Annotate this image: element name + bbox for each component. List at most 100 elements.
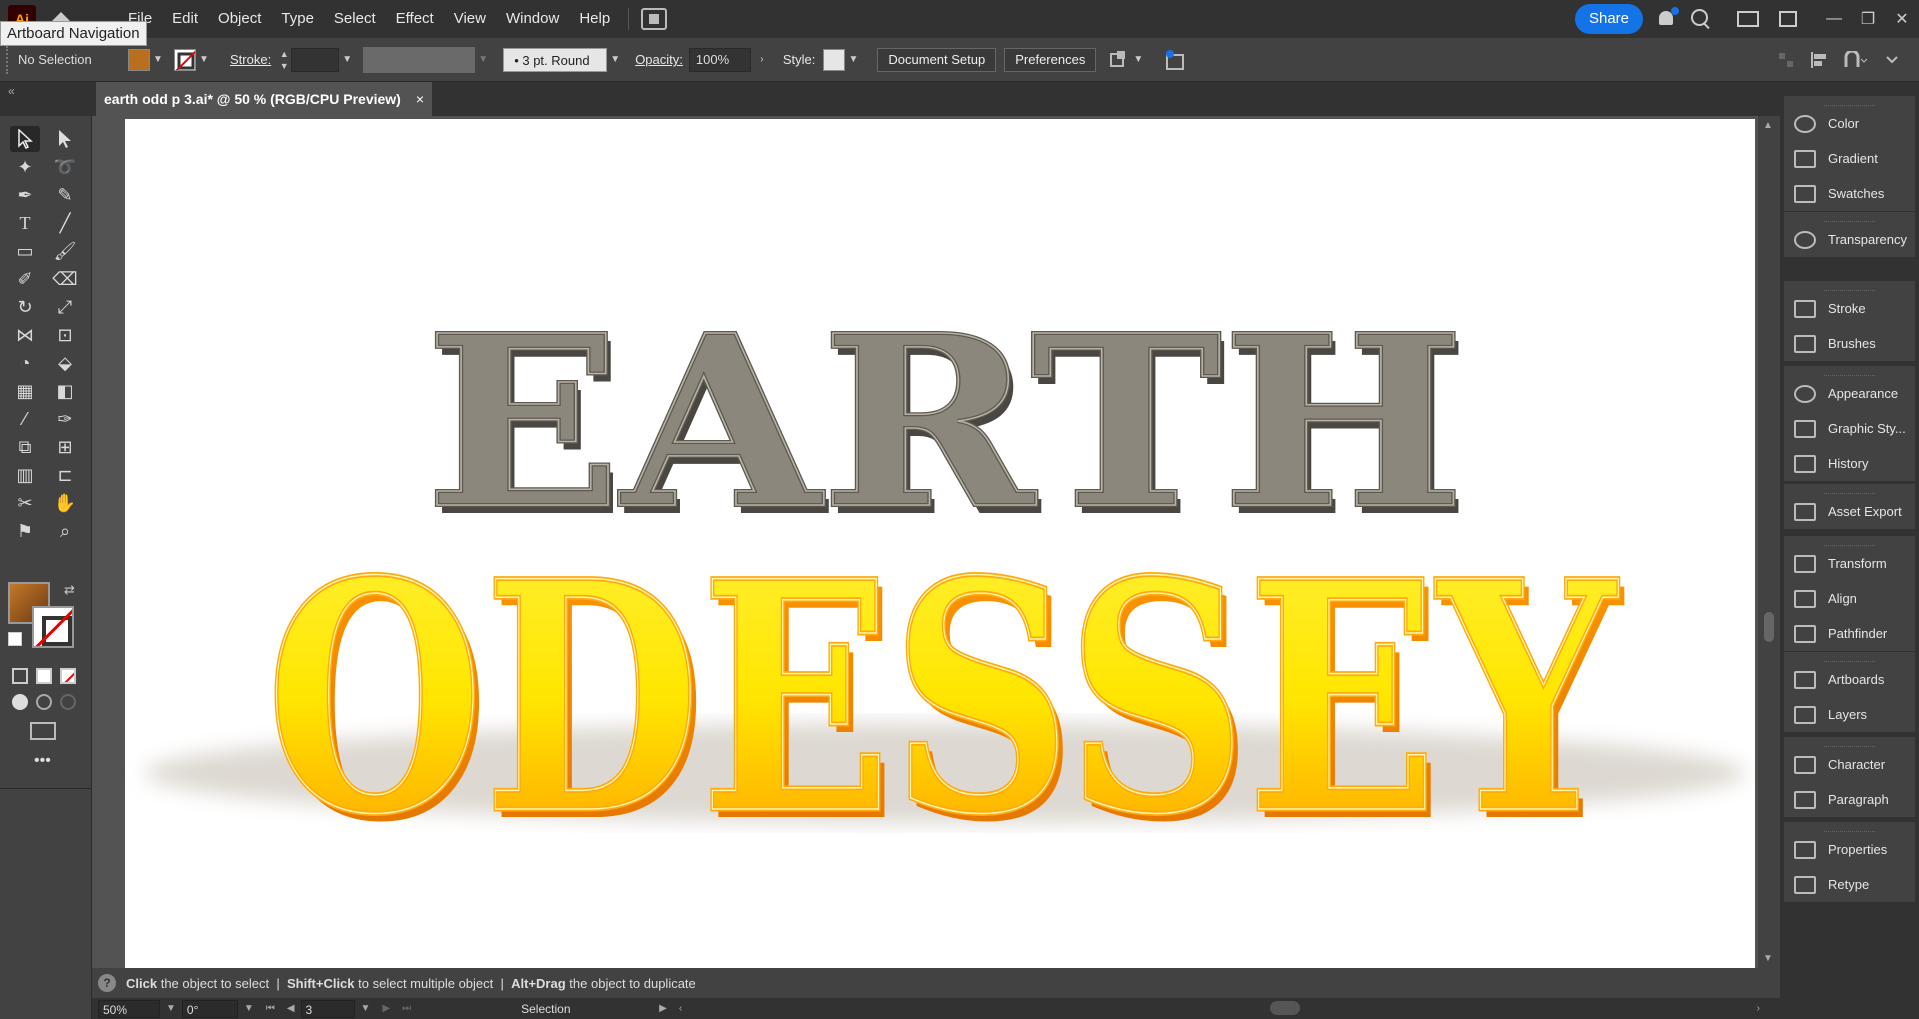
restore-button[interactable]: ❐ — [1851, 9, 1885, 29]
menu-help[interactable]: Help — [569, 0, 620, 38]
stroke-weight-stepper[interactable]: ▲ ▼ — [277, 48, 291, 72]
control-menu-icon[interactable] — [1883, 51, 1901, 69]
none-mode-icon[interactable] — [60, 668, 76, 684]
recolor-artwork-icon[interactable] — [1164, 49, 1186, 71]
close-tab-icon[interactable]: × — [416, 82, 424, 116]
rotate-tool-icon[interactable]: ↻ — [10, 294, 40, 320]
draw-inside-icon[interactable] — [60, 694, 76, 710]
panel-gradient[interactable]: Gradient — [1784, 141, 1915, 176]
opacity-arrow-icon[interactable]: › — [751, 49, 773, 71]
panel-asset-export[interactable]: Asset Export — [1784, 494, 1915, 529]
stroke-dropdown-icon[interactable]: ▼ — [196, 49, 212, 71]
panel-group-grip[interactable] — [1824, 96, 1875, 106]
panel-appearance[interactable]: Appearance — [1784, 376, 1915, 411]
eyedropper-tool-icon[interactable]: ⁄ — [10, 406, 40, 432]
paintbrush-tool-icon[interactable]: 🖌 — [50, 238, 80, 264]
panel-stroke[interactable]: Stroke — [1784, 291, 1915, 326]
panel-group-grip[interactable] — [1824, 281, 1875, 291]
artboard-number-field[interactable]: 3 — [300, 999, 355, 1018]
menu-edit[interactable]: Edit — [162, 0, 208, 38]
graphic-style-swatch[interactable] — [823, 48, 846, 71]
close-window-button[interactable]: ✕ — [1885, 9, 1919, 29]
scroll-left-icon[interactable]: ‹ — [679, 1003, 682, 1014]
mesh-tool-icon[interactable]: ▦ — [10, 378, 40, 404]
symbol-sprayer-tool-icon[interactable]: ⊞ — [50, 434, 80, 460]
scroll-up-icon[interactable]: ▲ — [1763, 120, 1773, 131]
panel-align[interactable]: Align — [1784, 581, 1915, 616]
select-similar-dropdown-icon[interactable]: ▼ — [1130, 49, 1146, 71]
menu-effect[interactable]: Effect — [386, 0, 444, 38]
zoom-dropdown-icon[interactable]: ▼ — [166, 1003, 176, 1014]
collapse-tools-icon[interactable]: « — [8, 84, 15, 98]
panel-group-grip[interactable] — [1824, 536, 1875, 546]
panel-group-grip[interactable] — [1824, 822, 1875, 832]
align-grid-icon[interactable] — [1777, 51, 1795, 69]
stroke-weight-field[interactable] — [291, 47, 340, 72]
pen-tool-icon[interactable]: ✒ — [10, 182, 40, 208]
color-mode-icon[interactable] — [12, 668, 28, 684]
eraser-tool-icon[interactable]: ⌫ — [50, 266, 80, 292]
select-similar-icon[interactable] — [1108, 49, 1130, 71]
direct-selection-tool-icon[interactable] — [50, 126, 80, 152]
panel-group-grip[interactable] — [1824, 212, 1875, 222]
menu-window[interactable]: Window — [496, 0, 569, 38]
share-button[interactable]: Share — [1574, 4, 1643, 34]
gradient-mode-icon[interactable] — [36, 668, 52, 684]
brush-definition[interactable]: • 3 pt. Round — [503, 47, 608, 72]
gradient-tool-icon[interactable]: ◧ — [50, 378, 80, 404]
vertical-scroll-thumb[interactable] — [1764, 612, 1774, 642]
swap-fill-stroke-icon[interactable]: ⇄ — [64, 582, 75, 598]
align-left-icon[interactable] — [1809, 51, 1829, 69]
slice-tool-icon[interactable]: ✂ — [10, 490, 40, 516]
search-icon[interactable] — [1691, 9, 1711, 29]
scroll-down-icon[interactable]: ▼ — [1763, 953, 1773, 964]
panel-swatches[interactable]: Swatches — [1784, 176, 1915, 211]
document-tab[interactable]: earth odd p 3.ai* @ 50 % (RGB/CPU Previe… — [96, 82, 432, 116]
document-setup-button[interactable]: Document Setup — [877, 47, 997, 72]
panel-color[interactable]: Color — [1784, 106, 1915, 141]
selection-tool-icon[interactable] — [10, 126, 40, 152]
measure-tool-icon[interactable]: ✑ — [50, 406, 80, 432]
menu-view[interactable]: View — [444, 0, 496, 38]
puppet-warp-icon[interactable] — [1843, 50, 1869, 69]
previous-artboard-icon[interactable]: ◀ — [287, 1003, 295, 1014]
stroke-color-box[interactable] — [32, 606, 74, 648]
last-artboard-icon[interactable]: ⏭ — [402, 1003, 411, 1014]
menu-object[interactable]: Object — [208, 0, 271, 38]
shape-builder-tool-icon[interactable]: ◔ — [10, 350, 40, 376]
vertical-scrollbar[interactable]: ▲ ▼ — [1758, 116, 1780, 968]
artboard-tool-icon[interactable]: ⊏ — [50, 462, 80, 488]
width-tool-icon[interactable]: ⋈ — [10, 322, 40, 348]
panel-paragraph[interactable]: Paragraph — [1784, 782, 1915, 817]
type-tool-icon[interactable]: T — [10, 210, 40, 236]
hand-tool-icon[interactable]: ✋ — [50, 490, 80, 516]
scale-tool-icon[interactable]: ⤢ — [50, 294, 80, 320]
rotation-field[interactable]: 0° — [181, 999, 238, 1018]
shaper-tool-icon[interactable]: ✐ — [10, 266, 40, 292]
panel-pathfinder[interactable]: Pathfinder — [1784, 616, 1915, 651]
notifications-bell-icon[interactable] — [1657, 7, 1679, 29]
horizontal-scroll-thumb[interactable] — [1270, 1001, 1300, 1015]
opacity-label[interactable]: Opacity: — [635, 52, 683, 67]
line-segment-tool-icon[interactable]: ╱ — [50, 210, 80, 236]
free-transform-tool-icon[interactable]: ⊡ — [50, 322, 80, 348]
panel-transform[interactable]: Transform — [1784, 546, 1915, 581]
rectangle-tool-icon[interactable]: ▭ — [10, 238, 40, 264]
first-artboard-icon[interactable]: ⏮ — [266, 1003, 275, 1014]
column-graph-tool-icon[interactable]: ▥ — [10, 462, 40, 488]
draw-behind-icon[interactable] — [36, 694, 52, 710]
fill-dropdown-icon[interactable]: ▼ — [150, 49, 166, 71]
panel-group-grip[interactable] — [1824, 737, 1875, 747]
rotate-view-tool-icon[interactable]: ⚑ — [10, 518, 40, 544]
stroke-weight-dropdown-icon[interactable]: ▼ — [339, 49, 355, 71]
lasso-tool-icon[interactable]: ➰ — [50, 154, 80, 180]
style-dropdown-icon[interactable]: ▼ — [845, 49, 861, 71]
panel-brushes[interactable]: Brushes — [1784, 326, 1915, 361]
draw-normal-icon[interactable] — [12, 694, 28, 710]
live-paint-bucket-icon[interactable]: ⬙ — [50, 350, 80, 376]
edit-toolbar-icon[interactable]: ••• — [34, 752, 51, 770]
default-fill-stroke-icon[interactable] — [8, 632, 22, 646]
stroke-swatch-none[interactable] — [174, 48, 196, 71]
panel-layers[interactable]: Layers — [1784, 697, 1915, 732]
next-artboard-icon[interactable]: ▶ — [382, 1003, 390, 1014]
